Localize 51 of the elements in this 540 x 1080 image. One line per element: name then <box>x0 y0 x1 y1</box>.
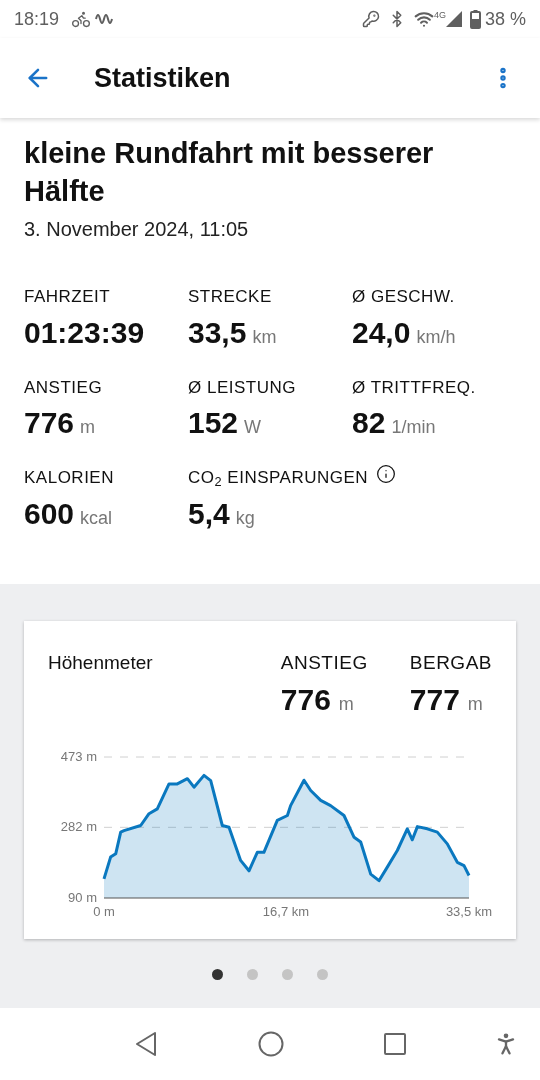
stat-unit: W <box>244 416 262 439</box>
stat-label: Ø GESCHW. <box>352 286 455 308</box>
network-label: 4G <box>433 9 446 22</box>
ride-title: kleine Rundfahrt mit besserer Hälfte <box>24 136 435 209</box>
summary-unit: m <box>467 693 483 716</box>
stat-value: 776 <box>24 406 75 440</box>
axis-label: 282 m <box>60 819 97 835</box>
axis-label: 16,7 km <box>262 904 310 919</box>
page-title: Statistiken <box>94 61 231 95</box>
stat-unit: m <box>80 416 96 439</box>
ride-date: 3. November 2024, 11:05 <box>24 217 250 242</box>
stat-label: CO$_{2}$ EINSPARUNGEN <box>188 467 369 491</box>
status-time: 18:19 <box>14 7 60 31</box>
summary-unit: m <box>338 693 354 716</box>
stat-unit: km/h <box>416 325 456 349</box>
stat-label: KALORIEN <box>24 467 114 489</box>
overview-nav-icon[interactable] <box>384 1033 406 1055</box>
stat-label: ANSTIEG <box>24 376 103 399</box>
stat-unit: kg <box>235 506 255 530</box>
stat-label: Ø LEISTUNG <box>188 376 296 399</box>
axis-label: 33,5 km <box>445 904 492 919</box>
stat-label: STRECKE <box>188 286 272 308</box>
summary-label: BERGAB <box>409 650 492 675</box>
stat-value: 01:23:39 <box>24 315 145 350</box>
summary-value: 776 <box>280 682 331 718</box>
stat-value: 24,0 <box>352 315 411 350</box>
home-nav-icon[interactable] <box>258 1031 284 1057</box>
key-icon <box>361 10 380 28</box>
stat-value: 152 <box>188 406 239 440</box>
bike-icon <box>71 9 92 29</box>
info-icon[interactable] <box>376 463 397 484</box>
stat-label: Ø TRITTFREQ. <box>352 376 476 399</box>
wifi-icon <box>413 9 434 29</box>
card-title: Höhenmeter <box>48 650 154 675</box>
stat-value: 33,5 <box>188 315 247 350</box>
battery-icon <box>469 9 481 29</box>
back-nav-icon[interactable] <box>134 1031 158 1057</box>
axis-label: 90 m <box>68 890 97 905</box>
stat-value: 600 <box>24 496 75 531</box>
stat-value: 5,4 <box>188 496 230 531</box>
axis-label: 473 m <box>60 749 97 764</box>
stat-unit: km <box>252 325 277 349</box>
summary-label: ANSTIEG <box>280 650 369 675</box>
axis-label: 0 m <box>93 904 115 919</box>
summary-value: 777 <box>409 682 460 718</box>
stat-unit: 1/min <box>391 416 436 439</box>
stat-unit: kcal <box>80 506 113 530</box>
battery-percent: 38 % <box>484 7 526 31</box>
stat-label: FAHRZEIT <box>24 286 111 308</box>
signal-icon <box>445 11 462 27</box>
stat-value: 82 <box>352 406 386 440</box>
